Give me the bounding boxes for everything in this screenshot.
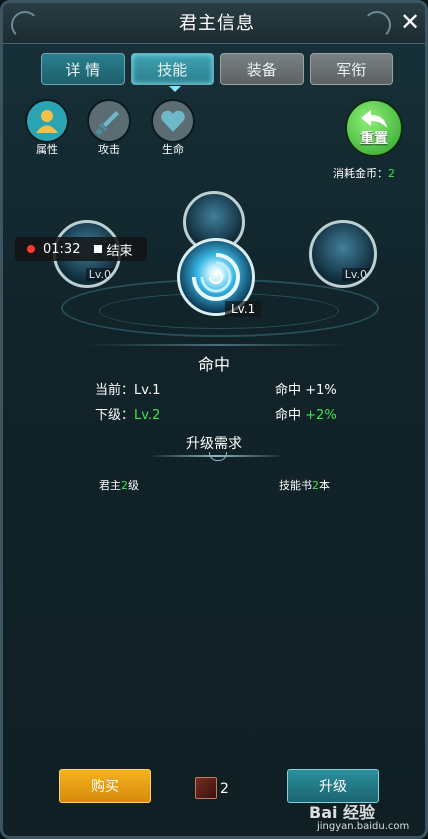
tab-details[interactable]: 详 情 bbox=[41, 53, 125, 85]
active-tab-indicator bbox=[169, 86, 181, 92]
current-label: 当前： bbox=[95, 383, 135, 398]
category-attribute[interactable]: 属性 bbox=[23, 99, 71, 156]
category-life[interactable]: 生命 bbox=[149, 99, 197, 156]
next-level-row: 下级：Lv.2 bbox=[95, 404, 160, 423]
selected-skill-level: Lv.1 bbox=[225, 301, 262, 317]
window-title: 君主信息 bbox=[179, 13, 255, 34]
category-label: 生命 bbox=[162, 143, 184, 156]
stop-icon bbox=[94, 245, 103, 253]
req-book-suffix: 本 bbox=[319, 479, 330, 492]
req-lord-value: 2 bbox=[121, 479, 128, 492]
sword-icon bbox=[87, 99, 131, 143]
req-book-value: 2 bbox=[312, 479, 319, 492]
skill-node-right[interactable]: Lv.0 bbox=[309, 220, 377, 288]
req-lord-suffix: 级 bbox=[128, 479, 139, 492]
cost-value: 2 bbox=[388, 167, 395, 180]
requirement-skill-books: 技能书2本 bbox=[279, 477, 330, 493]
divider bbox=[87, 344, 347, 346]
undo-arrow-icon bbox=[361, 110, 387, 128]
watermark-brand: Bai 经验 bbox=[309, 803, 376, 822]
tab-rank[interactable]: 军衔 bbox=[309, 53, 393, 85]
close-icon[interactable]: ✕ bbox=[397, 9, 423, 35]
reset-button[interactable]: 重置 bbox=[345, 99, 403, 157]
category-label: 攻击 bbox=[98, 143, 120, 156]
record-dot-icon bbox=[27, 245, 35, 253]
current-level-row: 当前：Lv.1 bbox=[95, 379, 160, 398]
current-effect-label: 命中 bbox=[275, 383, 302, 398]
next-level: Lv.2 bbox=[134, 408, 161, 423]
reset-cost: 消耗金币：2 bbox=[333, 165, 395, 181]
record-time: 01:32 bbox=[43, 241, 81, 257]
tab-equipment[interactable]: 装备 bbox=[220, 53, 304, 85]
person-icon bbox=[25, 99, 69, 143]
req-book-prefix: 技能书 bbox=[279, 479, 312, 492]
next-effect-label: 命中 bbox=[275, 408, 302, 423]
current-effect-value: +1% bbox=[305, 383, 337, 398]
next-label: 下级： bbox=[95, 408, 135, 423]
title-bar: 君主信息 ✕ bbox=[3, 3, 425, 44]
skill-level: Lv.0 bbox=[341, 268, 370, 281]
category-label: 属性 bbox=[36, 143, 58, 156]
skill-book-count: 2 bbox=[220, 781, 229, 797]
lord-info-panel: 君主信息 ✕ 详 情 技能 装备 军衔 属性 攻击 生命 重置 消耗金币：2 L… bbox=[0, 0, 428, 839]
cost-label: 消耗金币： bbox=[333, 167, 388, 180]
current-level: Lv.1 bbox=[134, 383, 161, 398]
stop-label[interactable]: 结束 bbox=[106, 240, 132, 259]
category-attack[interactable]: 攻击 bbox=[85, 99, 133, 156]
current-effect-row: 命中 +1% bbox=[275, 379, 337, 398]
next-effect-row: 命中 +2% bbox=[275, 404, 337, 423]
watermark-url: jingyan.baidu.com bbox=[317, 821, 410, 832]
req-lord-prefix: 君主 bbox=[99, 479, 121, 492]
buy-button[interactable]: 购买 bbox=[59, 769, 151, 803]
tab-skills[interactable]: 技能 bbox=[130, 53, 214, 85]
tab-bar: 详 情 技能 装备 军衔 bbox=[41, 53, 393, 87]
requirement-lord-level: 君主2级 bbox=[99, 477, 139, 493]
skill-book-icon bbox=[195, 777, 217, 799]
heart-icon bbox=[151, 99, 195, 143]
skill-level: Lv.0 bbox=[85, 268, 114, 281]
screen-recorder-overlay[interactable]: 01:32 结束 bbox=[15, 237, 147, 261]
requirements-title: 升级需求 bbox=[186, 436, 242, 452]
next-effect-value: +2% bbox=[305, 408, 337, 423]
reset-label: 重置 bbox=[360, 131, 388, 147]
requirements-ornament-center bbox=[209, 452, 227, 461]
upgrade-button[interactable]: 升级 bbox=[287, 769, 379, 803]
skill-name: 命中 bbox=[197, 355, 230, 374]
